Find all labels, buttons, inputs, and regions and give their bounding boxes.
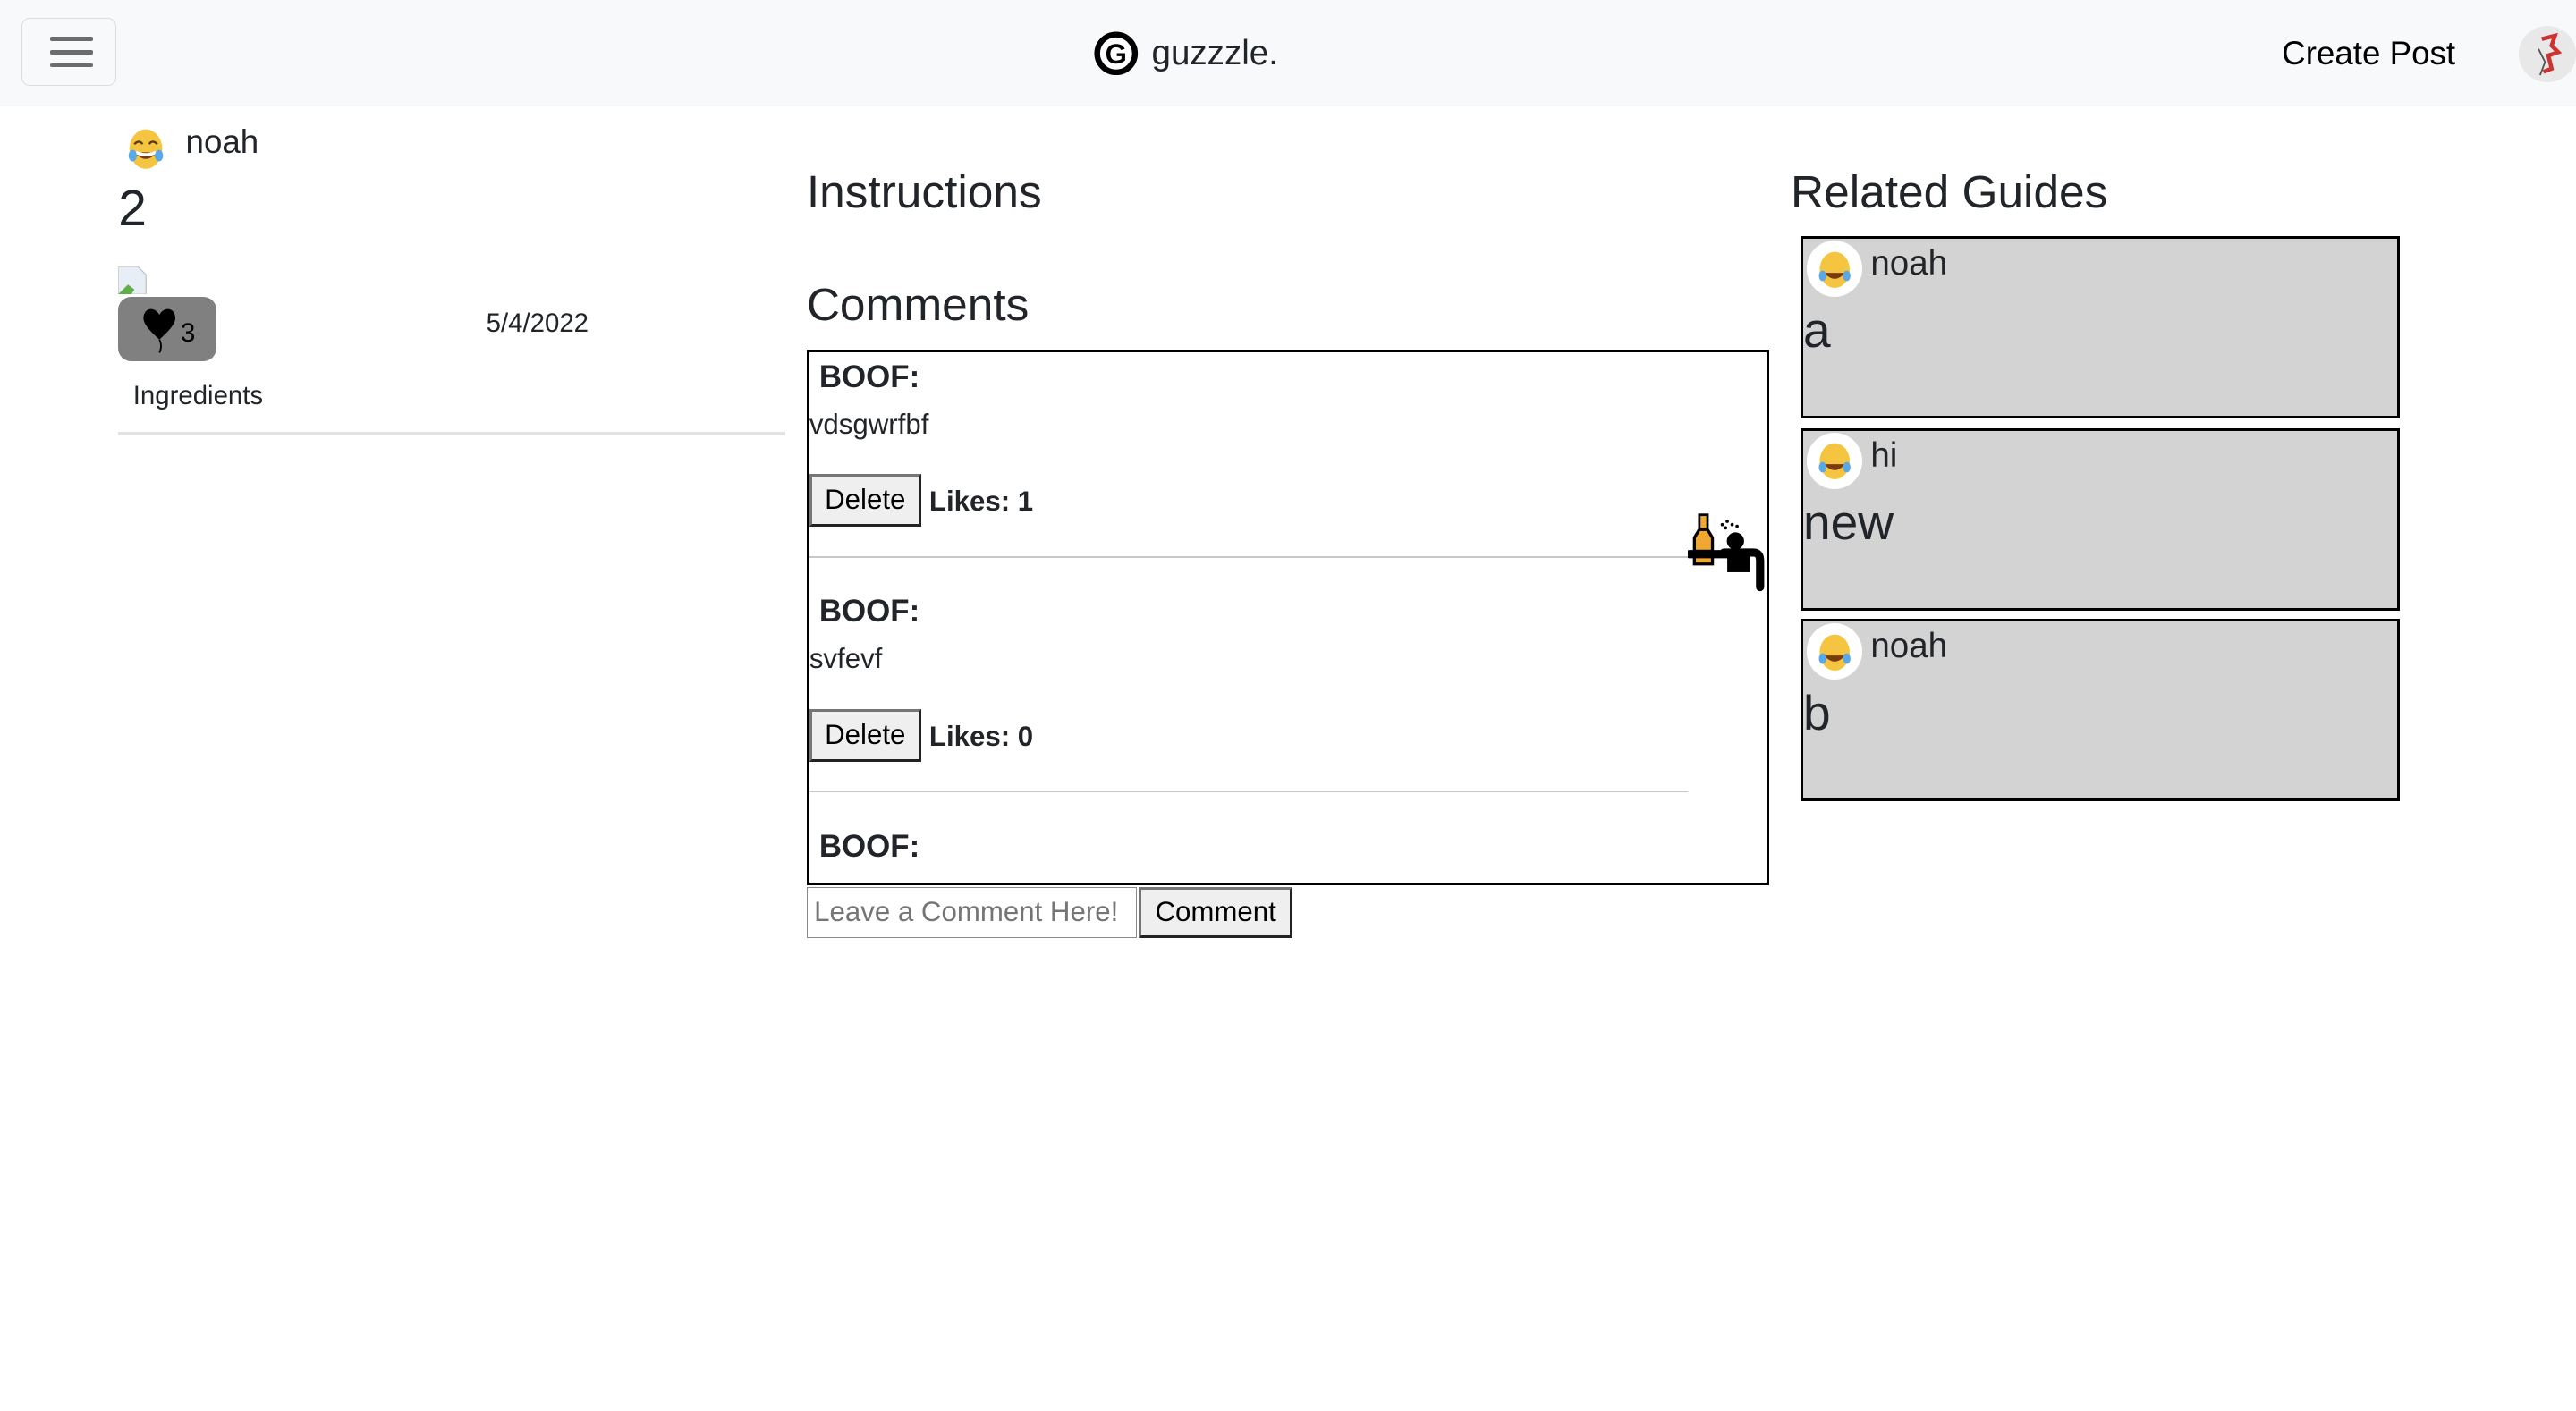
related-guide-card[interactable]: noah a [1801,236,2401,419]
related-guide-card[interactable]: hi new [1801,428,2401,612]
laughing-emoji-icon [1818,634,1851,671]
submit-comment-button[interactable]: Comment [1138,886,1293,938]
broken-image-icon [118,266,147,294]
hamburger-icon-bar [50,50,93,55]
comment-likes: Likes: 0 [928,720,1034,752]
user-avatar-icon [2537,33,2562,76]
related-guide-card[interactable]: noah b [1801,619,2401,802]
comment-author: BOOF: [818,594,920,629]
hamburger-icon-bar [50,63,93,68]
divider [809,555,1689,558]
guide-author: hi [1870,435,1898,475]
svg-text:G: G [1106,38,1127,70]
guide-title: b [1803,685,1831,741]
guide-author: noah [1870,243,1948,283]
comment-likes: Likes: 1 [928,485,1034,517]
post-author[interactable]: noah [186,123,259,161]
navbar: G guzzzle. Create Post [0,0,2576,107]
post-title: 2 [118,180,147,238]
brand-name: guzzzle. [1151,33,1278,72]
hamburger-icon [50,37,93,41]
guide-title: a [1803,302,1831,359]
profile-avatar[interactable] [2518,26,2576,82]
like-count: 3 [181,318,196,349]
comment-text: svfevf [809,643,883,675]
ingredients-label: Ingredients [132,381,264,411]
delete-comment-button[interactable]: Delete [809,474,921,527]
instructions-heading: Instructions [806,165,1042,217]
like-button[interactable]: 3 [118,297,217,362]
laughing-emoji-icon [1818,444,1851,480]
comment-input[interactable] [806,886,1137,938]
post-date: 5/4/2022 [486,308,589,339]
guide-author: noah [1870,626,1948,665]
laughing-emoji-icon [129,130,164,170]
create-post-link[interactable]: Create Post [2282,35,2455,72]
g-logo-icon: G [1094,31,1139,76]
comment-author: BOOF: [818,828,920,864]
author-avatar [1806,623,1863,680]
menu-toggle-button[interactable] [21,18,117,86]
brand-logo[interactable]: G guzzzle. [1094,31,1278,76]
divider [118,432,785,435]
guide-title: new [1803,494,1894,551]
comment-author: BOOF: [818,359,920,394]
comments-heading: Comments [806,278,1030,331]
comment-text: vdsgwrfbf [809,408,929,440]
author-avatar [1806,241,1863,297]
related-guides-heading: Related Guides [1791,165,2108,217]
laughing-emoji-icon [1818,251,1851,288]
delete-comment-button[interactable]: Delete [809,708,921,762]
heart-balloon-icon [143,309,175,353]
drunk-person-bottle-icon [1688,513,1765,592]
author-avatar [1806,433,1863,489]
divider [809,790,1689,793]
comments-list[interactable]: BOOF: vdsgwrfbf Delete Likes: 1 BOOF: sv… [806,350,1770,885]
